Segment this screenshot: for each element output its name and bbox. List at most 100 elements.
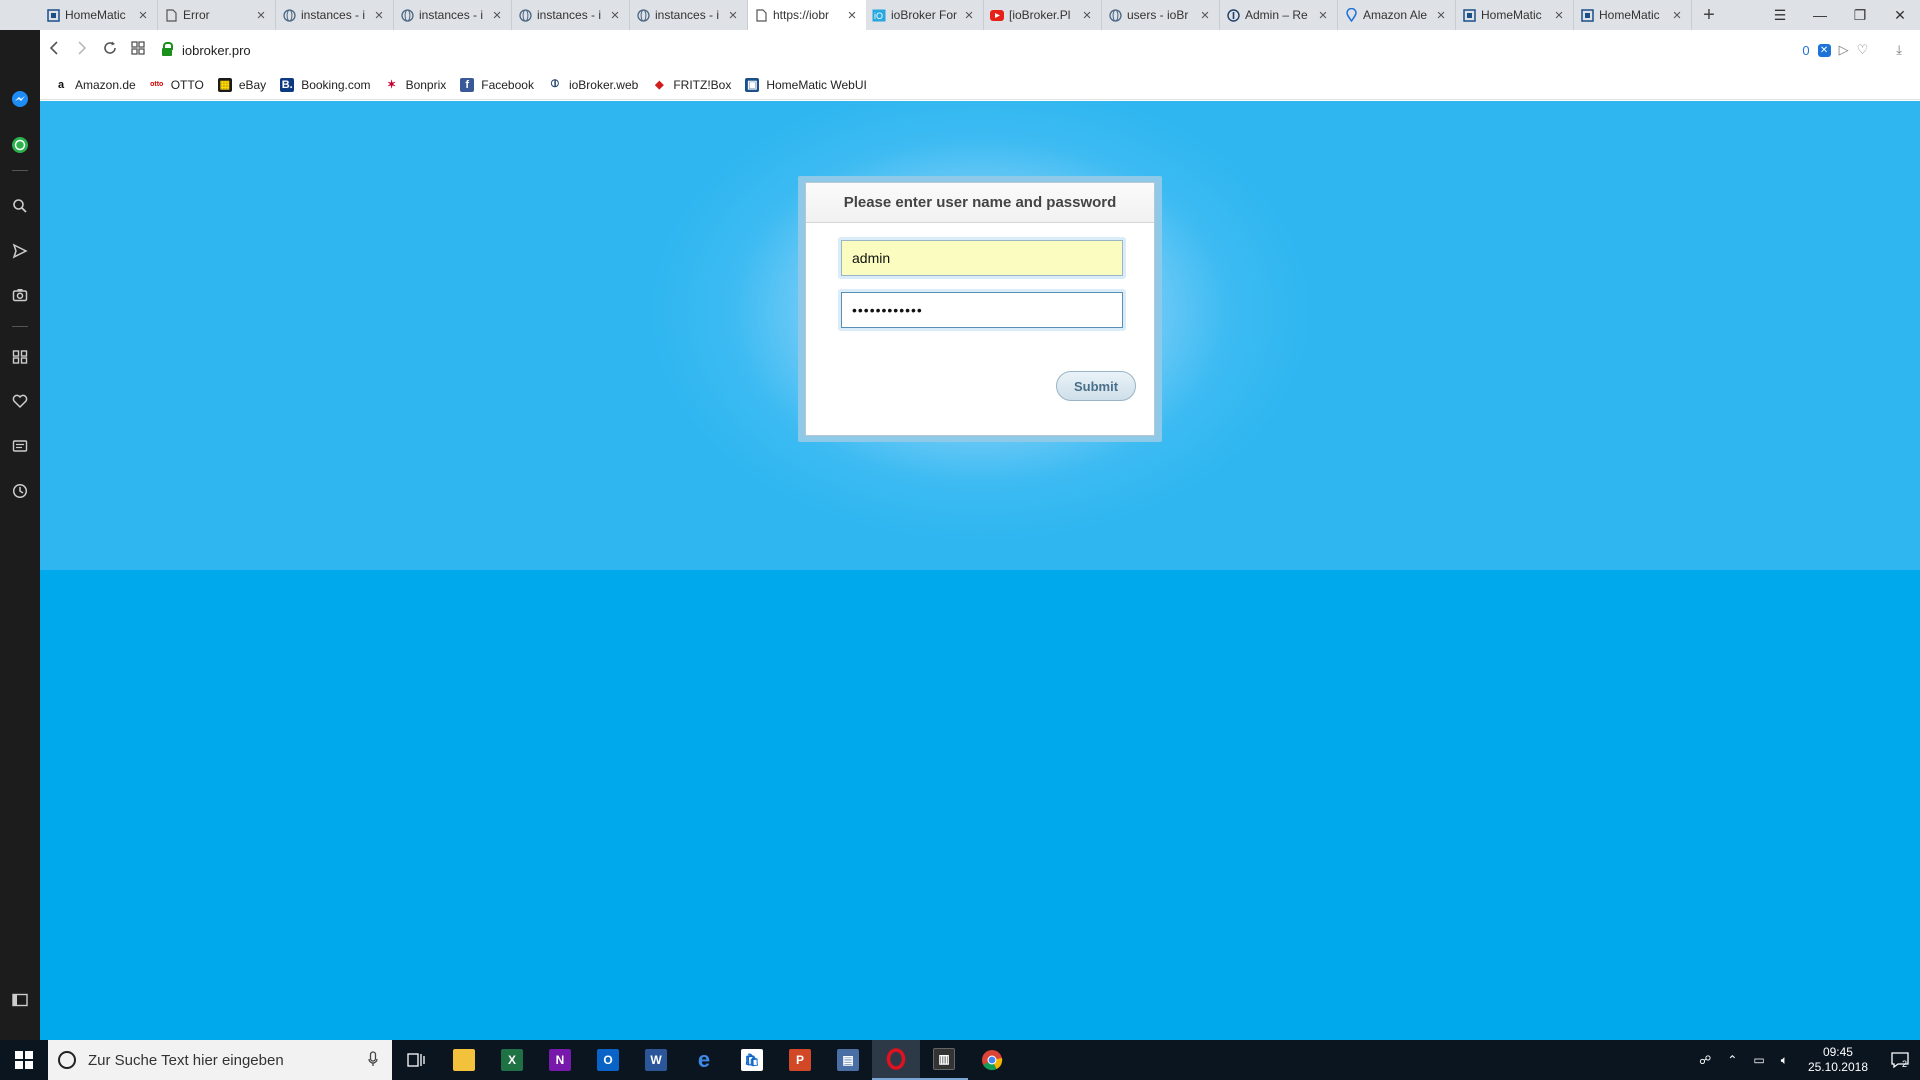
powerpoint-icon[interactable]: P bbox=[776, 1040, 824, 1080]
adblock-icon[interactable]: ✕ bbox=[1817, 43, 1831, 57]
microphone-icon[interactable] bbox=[368, 1050, 378, 1070]
camera-icon[interactable] bbox=[8, 283, 32, 307]
iobroker-icon: ⦶ bbox=[547, 77, 562, 92]
heart-icon[interactable] bbox=[8, 389, 32, 413]
password-input[interactable] bbox=[841, 292, 1123, 328]
bookmark-heart-icon[interactable]: ♡ bbox=[1857, 42, 1869, 58]
tab-title: Amazon Ale bbox=[1363, 8, 1428, 22]
download-icon[interactable]: ⤓ bbox=[1896, 42, 1902, 58]
tab-close-icon[interactable]: × bbox=[135, 7, 151, 24]
tab-close-icon[interactable]: × bbox=[253, 7, 269, 24]
tab-close-icon[interactable]: × bbox=[1315, 7, 1331, 24]
send-flow-icon[interactable] bbox=[8, 239, 32, 263]
back-button[interactable] bbox=[40, 40, 68, 60]
file-explorer-icon[interactable] bbox=[440, 1040, 488, 1080]
iobroker-icon bbox=[1226, 8, 1240, 22]
browser-tab[interactable]: Admin – Re × bbox=[1220, 0, 1338, 30]
browser-tab[interactable]: instances - i × bbox=[512, 0, 630, 30]
tab-close-icon[interactable]: × bbox=[1669, 7, 1685, 24]
reload-button[interactable] bbox=[96, 41, 124, 60]
bookmark-item[interactable]: f Facebook bbox=[460, 77, 534, 92]
bookmark-item[interactable]: ⦶ ioBroker.web bbox=[547, 77, 638, 92]
bookmark-item[interactable]: ▣ HomeMatic WebUI bbox=[745, 77, 867, 92]
tab-title: instances - i bbox=[419, 8, 484, 22]
globe-icon bbox=[518, 8, 532, 22]
edge-icon[interactable]: e bbox=[680, 1040, 728, 1080]
bookmark-item[interactable]: otto OTTO bbox=[149, 77, 204, 92]
tab-title: [ioBroker.Pl bbox=[1009, 8, 1071, 22]
browser-tab[interactable]: [ioBroker.Pl × bbox=[984, 0, 1102, 30]
tab-close-icon[interactable]: × bbox=[725, 7, 741, 24]
bookmark-item[interactable]: ▦ eBay bbox=[217, 77, 266, 92]
word-icon[interactable]: W bbox=[632, 1040, 680, 1080]
close-window-button[interactable]: ✕ bbox=[1880, 0, 1920, 30]
search-icon[interactable] bbox=[8, 194, 32, 218]
browser-tab[interactable]: instances - i × bbox=[394, 0, 512, 30]
url-field[interactable]: iobroker.pro bbox=[162, 36, 1802, 64]
login-heading: Please enter user name and password bbox=[806, 183, 1154, 223]
tab-close-icon[interactable]: × bbox=[489, 7, 505, 24]
bookmark-item[interactable]: ✶ Bonprix bbox=[384, 77, 446, 92]
outlook-icon[interactable]: O bbox=[584, 1040, 632, 1080]
sidebar-toggle-icon[interactable] bbox=[8, 988, 32, 1012]
tab-close-icon[interactable]: × bbox=[607, 7, 623, 24]
tab-close-icon[interactable]: × bbox=[371, 7, 387, 24]
onenote-icon[interactable]: N bbox=[536, 1040, 584, 1080]
network-tool-icon[interactable]: ▤ bbox=[824, 1040, 872, 1080]
browser-tab[interactable]: Error × bbox=[158, 0, 276, 30]
browser-tab[interactable]: HomeMatic × bbox=[1456, 0, 1574, 30]
browser-tab[interactable]: iO ioBroker For × bbox=[866, 0, 984, 30]
browser-tab[interactable]: users - ioBr × bbox=[1102, 0, 1220, 30]
tab-close-icon[interactable]: × bbox=[1551, 7, 1567, 24]
browser-tab[interactable]: instances - i × bbox=[630, 0, 748, 30]
bookmark-item[interactable]: B. Booking.com bbox=[280, 77, 371, 92]
minimize-button[interactable]: — bbox=[1800, 0, 1840, 30]
taskbar-search[interactable]: Zur Suche Text hier eingeben bbox=[48, 1040, 392, 1080]
tab-menu-icon[interactable]: ☰ bbox=[1760, 0, 1800, 30]
send-page-icon[interactable]: ▷ bbox=[1839, 42, 1849, 58]
clock[interactable]: 09:45 25.10.2018 bbox=[1808, 1045, 1868, 1075]
bookmark-label: OTTO bbox=[170, 77, 204, 92]
opera-sidebar bbox=[0, 0, 40, 1040]
svg-text:iO: iO bbox=[874, 11, 883, 21]
people-icon[interactable]: ☍ bbox=[1699, 1053, 1711, 1067]
action-center-icon[interactable]: 2 bbox=[1880, 1040, 1920, 1080]
speed-dial-grid-button[interactable] bbox=[124, 40, 152, 60]
browser-tab[interactable]: instances - i × bbox=[276, 0, 394, 30]
forward-button[interactable] bbox=[68, 40, 96, 60]
store-icon[interactable]: 🛍 bbox=[728, 1040, 776, 1080]
restore-button[interactable]: ❐ bbox=[1840, 0, 1880, 30]
messenger-icon[interactable] bbox=[8, 87, 32, 111]
opera-taskbar-icon[interactable] bbox=[872, 1040, 920, 1080]
submit-button[interactable]: Submit bbox=[1056, 371, 1136, 401]
chrome-icon[interactable] bbox=[968, 1040, 1016, 1080]
tab-close-icon[interactable]: × bbox=[1079, 7, 1095, 24]
tab-close-icon[interactable]: × bbox=[1433, 7, 1449, 24]
bookmark-item[interactable]: a Amazon.de bbox=[54, 77, 136, 92]
browser-tab[interactable]: HomeMatic × bbox=[40, 0, 158, 30]
news-icon[interactable] bbox=[8, 434, 32, 458]
excel-icon[interactable]: X bbox=[488, 1040, 536, 1080]
document-icon bbox=[164, 8, 178, 22]
facebook-icon: f bbox=[460, 77, 475, 92]
tab-close-icon[interactable]: × bbox=[961, 7, 977, 24]
windows-start-button[interactable] bbox=[0, 1040, 48, 1080]
tab-close-icon[interactable]: × bbox=[844, 7, 860, 24]
network-icon[interactable]: ▭ bbox=[1753, 1053, 1764, 1067]
task-view-icon[interactable] bbox=[392, 1040, 440, 1080]
browser-tab[interactable]: Amazon Ale × bbox=[1338, 0, 1456, 30]
browser-tab[interactable]: HomeMatic × bbox=[1574, 0, 1692, 30]
globe-icon bbox=[282, 8, 296, 22]
show-hidden-icons-icon[interactable]: ⌃ bbox=[1727, 1053, 1737, 1067]
username-input[interactable] bbox=[841, 240, 1123, 276]
speed-dial-icon[interactable] bbox=[8, 345, 32, 369]
volume-icon[interactable]: 🔈︎ bbox=[1781, 1053, 1788, 1068]
bookmark-item[interactable]: ◆ FRITZ!Box bbox=[652, 77, 731, 92]
history-icon[interactable] bbox=[8, 479, 32, 503]
tab-title: HomeMatic bbox=[1481, 8, 1542, 22]
whatsapp-icon[interactable] bbox=[8, 133, 32, 157]
tab-close-icon[interactable]: × bbox=[1197, 7, 1213, 24]
new-tab-button[interactable]: + bbox=[1692, 0, 1726, 30]
monitor-app-icon[interactable]: ▥ bbox=[920, 1040, 968, 1080]
browser-tab[interactable]: https://iobr × bbox=[748, 0, 866, 30]
